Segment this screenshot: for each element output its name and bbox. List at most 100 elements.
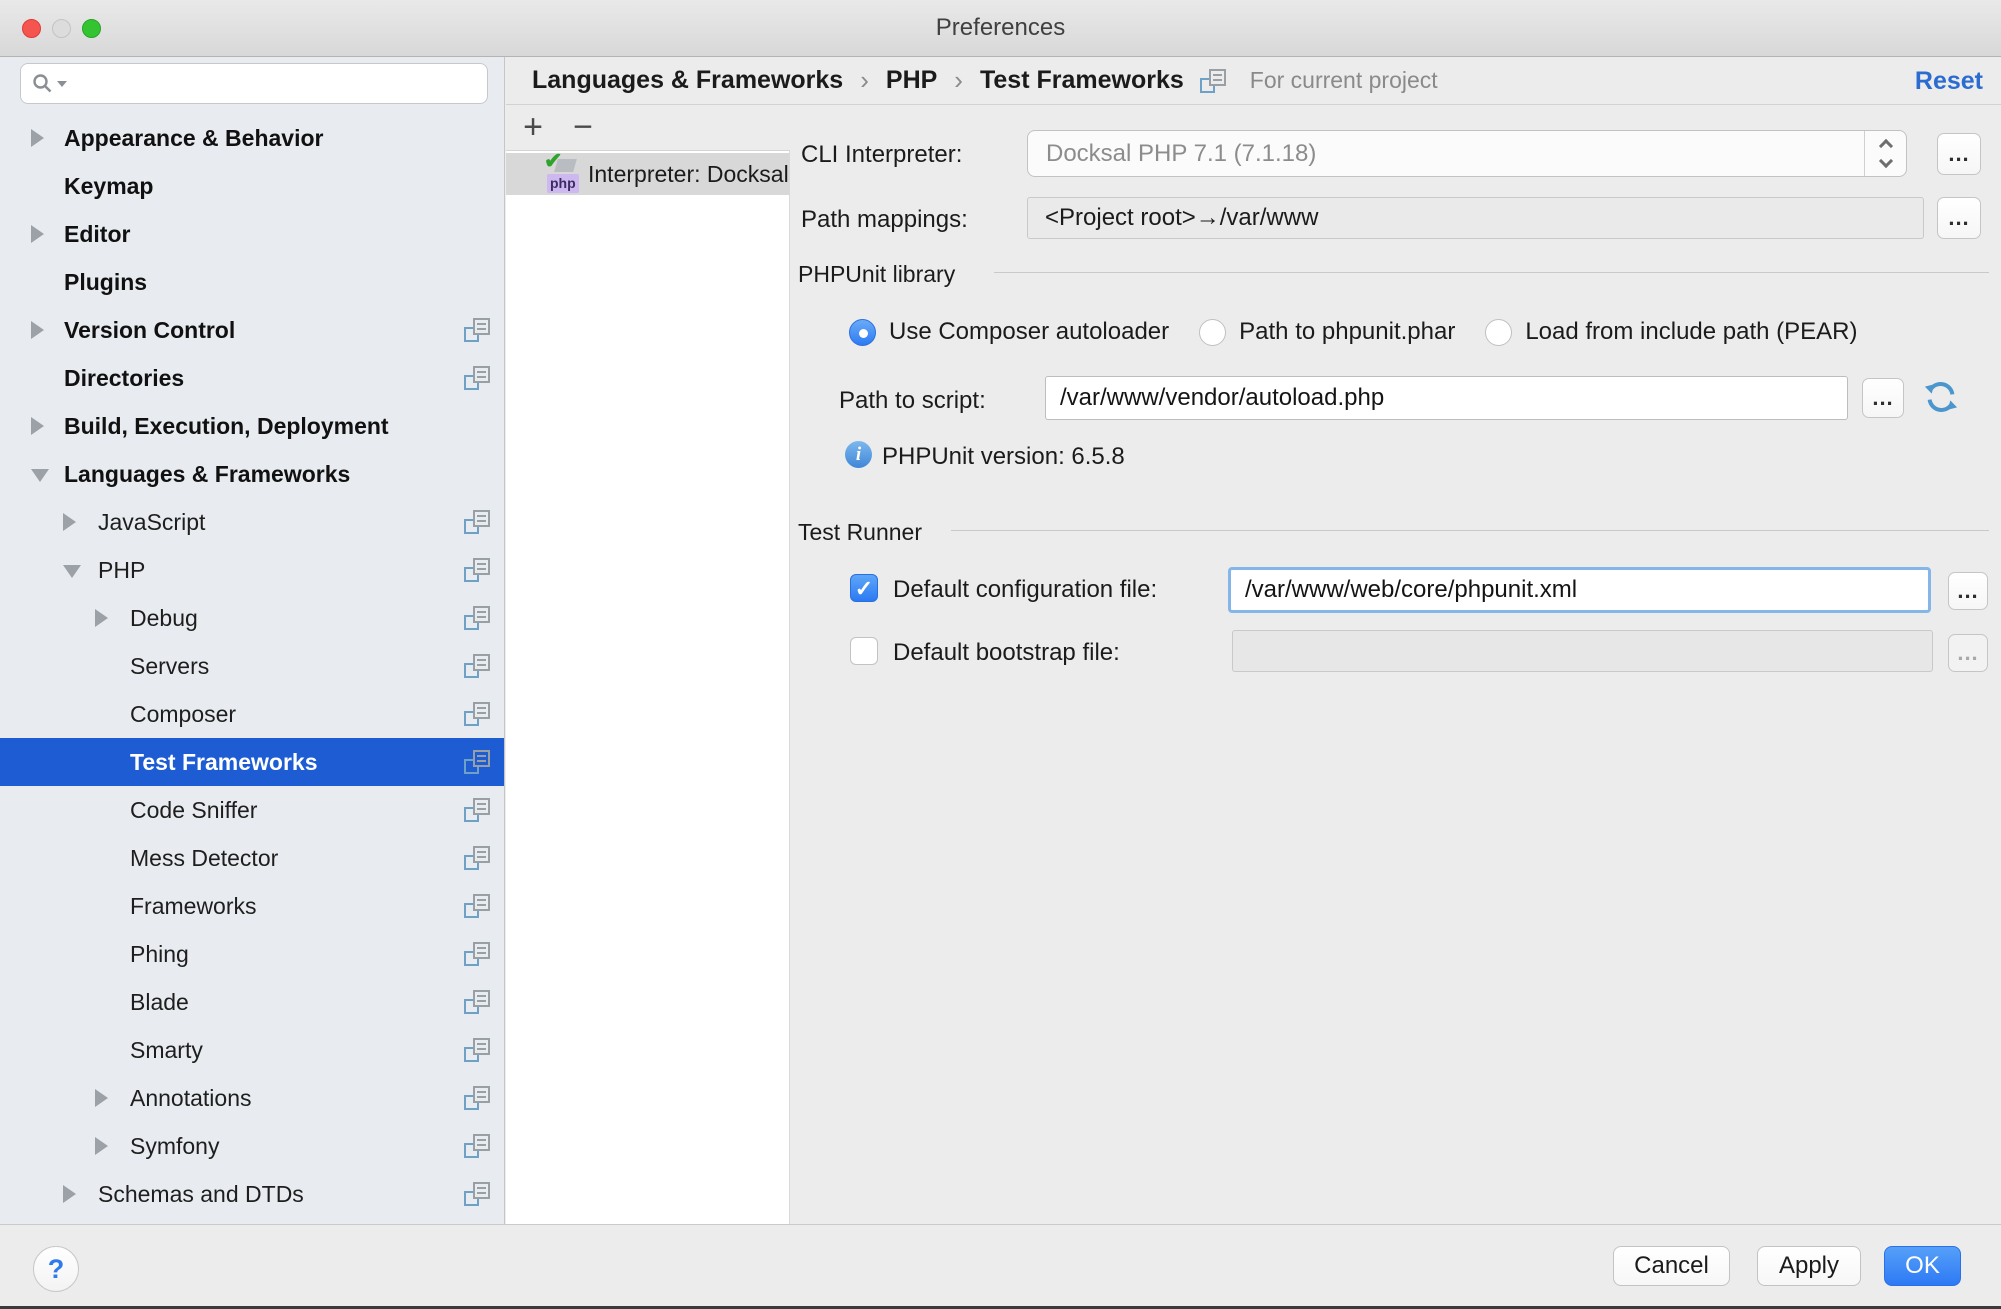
sidebar-item-label: Code Sniffer — [130, 797, 257, 824]
chevron-down-icon[interactable] — [63, 565, 81, 578]
chevron-right-icon[interactable] — [31, 321, 44, 339]
interpreter-list-item[interactable]: ✔php Interpreter: Docksal PHP 7.1 — [506, 153, 789, 195]
section-divider — [994, 272, 1989, 273]
per-project-icon — [464, 942, 490, 966]
sidebar-item-schemas-and-dtds[interactable]: Schemas and DTDs — [0, 1170, 504, 1218]
chevron-right-icon[interactable] — [63, 1185, 76, 1203]
ok-button[interactable]: OK — [1884, 1246, 1961, 1286]
sidebar-item-label: Mess Detector — [130, 845, 278, 872]
radio-label: Load from include path (PEAR) — [1525, 318, 1857, 346]
reset-link[interactable]: Reset — [1915, 57, 1983, 105]
breadcrumb-test-frameworks[interactable]: Test Frameworks — [980, 66, 1184, 95]
search-input[interactable] — [67, 64, 487, 103]
per-project-icon — [464, 750, 490, 774]
path-to-script-input[interactable] — [1045, 376, 1848, 420]
per-project-icon — [464, 798, 490, 822]
sidebar-item-symfony[interactable]: Symfony — [0, 1122, 504, 1170]
per-project-icon — [464, 1182, 490, 1206]
default-bootstrap-file-browse-button[interactable]: ... — [1948, 634, 1988, 672]
per-project-icon — [464, 894, 490, 918]
default-configuration-file-checkbox[interactable] — [850, 574, 878, 602]
breadcrumb-php[interactable]: PHP — [886, 66, 937, 95]
interpreter-item-label: Interpreter: Docksal PHP 7.1 — [588, 161, 789, 188]
default-configuration-file-input[interactable] — [1228, 567, 1931, 613]
chevron-right-icon[interactable] — [63, 513, 76, 531]
radio-button-icon[interactable] — [849, 319, 876, 346]
path-mappings-field[interactable]: <Project root>→/var/www — [1027, 197, 1924, 239]
cli-interpreter-browse-button[interactable]: ... — [1937, 133, 1981, 175]
sidebar-item-servers[interactable]: Servers — [0, 642, 504, 690]
sidebar-item-build-execution-deployment[interactable]: Build, Execution, Deployment — [0, 402, 504, 450]
chevron-right-icon[interactable] — [95, 1089, 108, 1107]
sidebar-item-keymap[interactable]: Keymap — [0, 162, 504, 210]
radio-label: Path to phpunit.phar — [1239, 318, 1455, 346]
stepper-icon[interactable] — [1864, 131, 1906, 176]
sidebar-item-blade[interactable]: Blade — [0, 978, 504, 1026]
sidebar-item-code-sniffer[interactable]: Code Sniffer — [0, 786, 504, 834]
cli-interpreter-select[interactable]: Docksal PHP 7.1 (7.1.18) — [1027, 130, 1907, 177]
default-configuration-file-browse-button[interactable]: ... — [1948, 572, 1988, 610]
radio-button-icon[interactable] — [1199, 319, 1226, 346]
per-project-icon — [464, 990, 490, 1014]
sidebar-item-javascript[interactable]: JavaScript — [0, 498, 504, 546]
chevron-right-icon[interactable] — [95, 609, 108, 627]
radio-load-from-include-path-pear[interactable]: Load from include path (PEAR) — [1485, 318, 1857, 346]
path-to-script-browse-button[interactable]: ... — [1862, 378, 1904, 418]
search-options-caret-icon[interactable] — [57, 81, 67, 87]
breadcrumb-separator: › — [954, 65, 963, 96]
sidebar-item-smarty[interactable]: Smarty — [0, 1026, 504, 1074]
sidebar-item-phing[interactable]: Phing — [0, 930, 504, 978]
sidebar-item-languages-frameworks[interactable]: Languages & Frameworks — [0, 450, 504, 498]
chevron-right-icon[interactable] — [95, 1137, 108, 1155]
chevron-right-icon[interactable] — [31, 225, 44, 243]
refresh-icon[interactable] — [1920, 376, 1962, 418]
chevron-right-icon[interactable] — [31, 129, 44, 147]
sidebar-item-plugins[interactable]: Plugins — [0, 258, 504, 306]
per-project-icon — [464, 654, 490, 678]
section-divider — [951, 530, 1989, 531]
add-interpreter-button[interactable]: + — [515, 106, 551, 150]
sidebar-item-frameworks[interactable]: Frameworks — [0, 882, 504, 930]
radio-label: Use Composer autoloader — [889, 318, 1169, 346]
per-project-icon — [1200, 69, 1226, 93]
breadcrumb-languages-frameworks[interactable]: Languages & Frameworks — [532, 66, 843, 95]
settings-sidebar: Appearance & BehaviorKeymap Editor Plugins… — [0, 57, 505, 1224]
apply-button[interactable]: Apply — [1757, 1246, 1861, 1286]
sidebar-item-label: Editor — [64, 221, 130, 248]
sidebar-item-debug[interactable]: Debug — [0, 594, 504, 642]
scope-label: For current project — [1250, 67, 1438, 94]
sidebar-item-label: Servers — [130, 653, 209, 680]
radio-button-icon[interactable] — [1485, 319, 1512, 346]
cli-interpreter-label: CLI Interpreter: — [801, 141, 962, 169]
path-mappings-browse-button[interactable]: ... — [1937, 197, 1981, 239]
chevron-right-icon[interactable] — [31, 417, 44, 435]
sidebar-item-label: JavaScript — [98, 509, 205, 536]
settings-search-box[interactable] — [20, 63, 488, 104]
preferences-window: Preferences Appearance & BehaviorKeymap E… — [0, 0, 2001, 1309]
info-icon: i — [845, 441, 872, 468]
sidebar-item-mess-detector[interactable]: Mess Detector — [0, 834, 504, 882]
chevron-down-icon[interactable] — [31, 469, 49, 482]
sidebar-item-directories[interactable]: Directories — [0, 354, 504, 402]
default-bootstrap-file-field[interactable] — [1232, 630, 1933, 672]
window-title: Preferences — [0, 14, 2001, 42]
default-bootstrap-file-checkbox[interactable] — [850, 637, 878, 665]
sidebar-item-test-frameworks[interactable]: Test Frameworks — [0, 738, 504, 786]
sidebar-item-version-control[interactable]: Version Control — [0, 306, 504, 354]
phpunit-library-section-title: PHPUnit library — [798, 261, 955, 288]
cancel-button[interactable]: Cancel — [1613, 1246, 1730, 1286]
remove-interpreter-button[interactable]: − — [565, 106, 601, 150]
sidebar-item-editor[interactable]: Editor — [0, 210, 504, 258]
cli-interpreter-value: Docksal PHP 7.1 (7.1.18) — [1046, 131, 1316, 176]
radio-path-to-phpunit-phar[interactable]: Path to phpunit.phar — [1199, 318, 1455, 346]
radio-use-composer-autoloader[interactable]: Use Composer autoloader — [849, 318, 1169, 346]
per-project-icon — [464, 702, 490, 726]
sidebar-item-composer[interactable]: Composer — [0, 690, 504, 738]
sidebar-item-label: Build, Execution, Deployment — [64, 413, 389, 440]
sidebar-item-appearance-behavior[interactable]: Appearance & Behavior — [0, 114, 504, 162]
sidebar-item-label: Smarty — [130, 1037, 203, 1064]
sidebar-item-label: Symfony — [130, 1133, 219, 1160]
sidebar-item-annotations[interactable]: Annotations — [0, 1074, 504, 1122]
help-button[interactable]: ? — [33, 1246, 79, 1292]
sidebar-item-php[interactable]: PHP — [0, 546, 504, 594]
